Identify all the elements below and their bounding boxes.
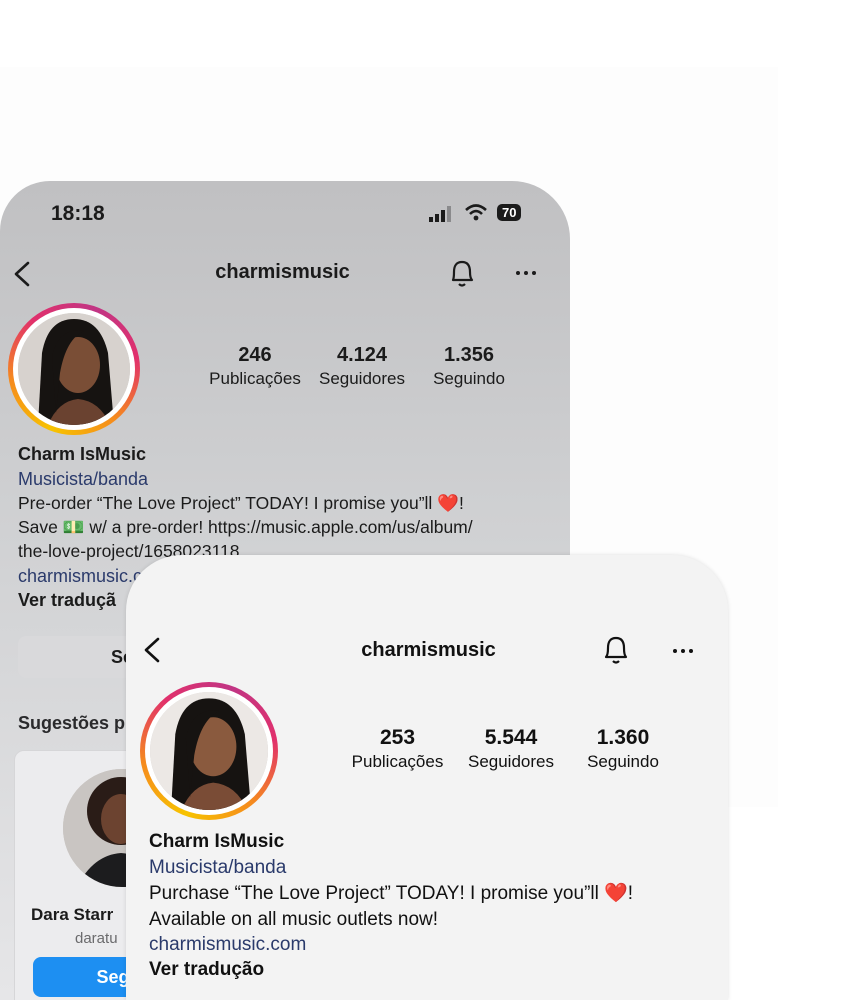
status-time: 18:18 xyxy=(51,202,105,225)
suggestion-name: Dara Starr xyxy=(31,905,114,924)
bell-icon[interactable] xyxy=(448,257,476,289)
followers-label: Seguidores xyxy=(467,752,554,771)
profile-name: Charm IsMusic xyxy=(18,444,147,464)
back-arrow-icon[interactable] xyxy=(12,261,32,287)
profile-link[interactable]: charmismusic.com xyxy=(149,934,306,956)
profile-avatar[interactable] xyxy=(8,303,140,435)
battery-indicator: 70 xyxy=(497,204,522,221)
suggestions-title: Sugestões p xyxy=(18,713,126,733)
profile-name: Charm IsMusic xyxy=(149,831,285,852)
followers-stat[interactable]: 4.124 Seguidores xyxy=(309,344,415,389)
posts-count: 253 xyxy=(379,726,416,749)
profile-bio: Pre-order “The Love Project” TODAY! I pr… xyxy=(18,493,473,561)
followers-count: 4.124 xyxy=(336,344,388,366)
profile-category: Musicista/banda xyxy=(18,469,149,489)
following-stat[interactable]: 1.360 Seguindo xyxy=(573,726,673,772)
suggestion-handle: daratu xyxy=(75,930,118,947)
posts-stat[interactable]: 253 Publicações xyxy=(340,726,455,772)
following-label: Seguindo xyxy=(587,752,659,771)
posts-label: Publicações xyxy=(351,752,444,771)
profile-bio: Purchase “The Love Project” TODAY! I pro… xyxy=(149,883,634,930)
translate-link[interactable]: Ver tradução xyxy=(149,959,264,981)
profile-avatar[interactable] xyxy=(140,682,278,820)
profile-username: charmismusic xyxy=(215,261,350,283)
more-options-icon[interactable] xyxy=(672,647,696,655)
bell-icon[interactable] xyxy=(601,633,631,667)
following-count: 1.356 xyxy=(443,344,495,366)
profile-username: charmismusic xyxy=(361,639,496,661)
followers-stat[interactable]: 5.544 Seguidores xyxy=(456,726,566,772)
posts-stat[interactable]: 246 Publicações xyxy=(200,344,310,389)
back-arrow-icon[interactable] xyxy=(142,637,162,663)
signal-icon xyxy=(429,206,451,222)
profile-link[interactable]: charmismusic.c xyxy=(18,566,142,587)
avatar-photo xyxy=(18,313,130,425)
following-count: 1.360 xyxy=(596,726,650,749)
following-label: Seguindo xyxy=(433,369,505,388)
posts-label: Publicações xyxy=(209,369,301,388)
profile-screen-new: charmismusic 253 Publicações 5.544 Segui… xyxy=(126,555,728,1000)
profile-category: Musicista/banda xyxy=(149,857,287,878)
translate-link[interactable]: Ver traduçã xyxy=(18,590,116,611)
followers-label: Seguidores xyxy=(318,369,405,388)
followers-count: 5.544 xyxy=(484,726,538,749)
more-options-icon[interactable] xyxy=(515,269,539,277)
avatar-photo xyxy=(150,692,268,810)
following-stat[interactable]: 1.356 Seguindo xyxy=(420,344,518,389)
wifi-icon xyxy=(465,204,487,221)
posts-count: 246 xyxy=(238,344,272,366)
